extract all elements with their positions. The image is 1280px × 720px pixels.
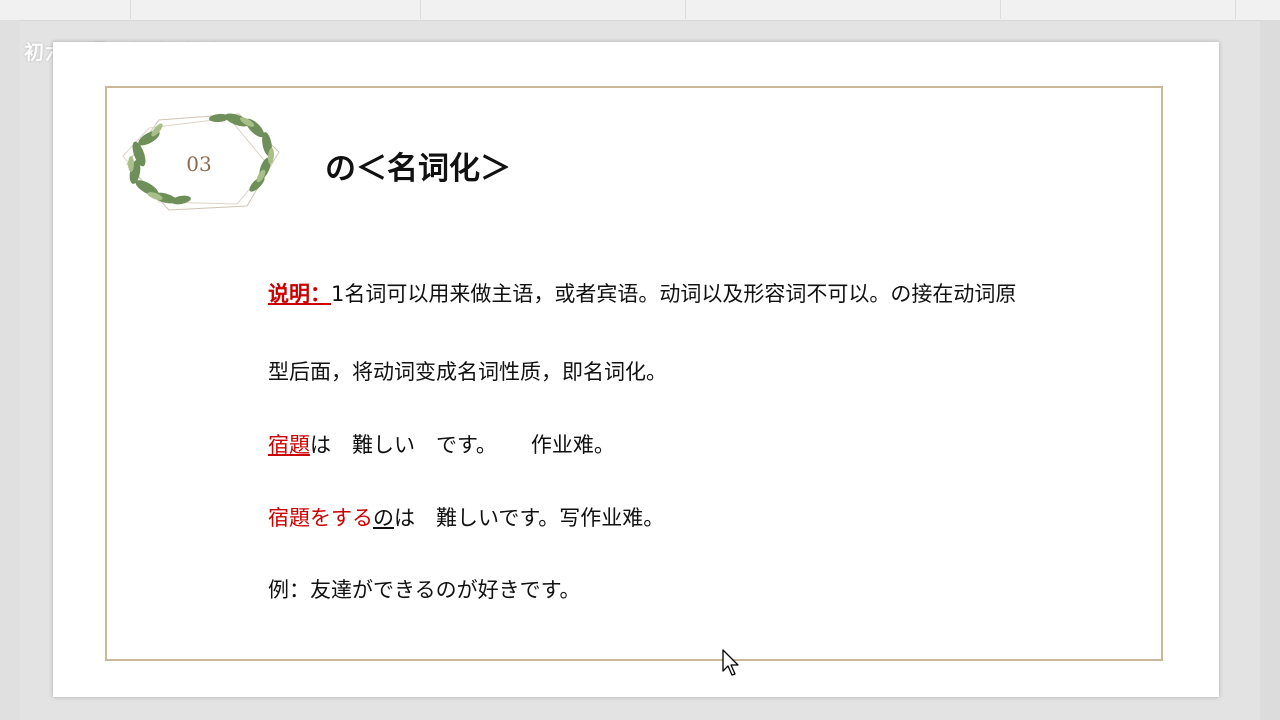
example1-translation: 作业难。 (530, 433, 615, 457)
example-sentence-2: 宿題をするのは 難しいです。写作业难。 (268, 502, 1148, 532)
example1-rest: は 難しい です。 (310, 433, 497, 457)
example2-red-part: 宿題をする (268, 506, 373, 530)
example2-no: の (373, 506, 394, 530)
toolbar-divider (685, 0, 686, 19)
right-scrollbar[interactable] (1260, 20, 1280, 720)
explanation-label: 说明： (268, 282, 331, 306)
window-top-bar (0, 0, 1280, 21)
section-number: 03 (186, 152, 212, 176)
example1-word: 宿題 (268, 433, 310, 457)
toolbar-divider (1235, 0, 1236, 19)
explanation-text-2: 型后面，将动词变成名词性质，即名词化。 (268, 360, 667, 384)
left-panel-edge (0, 20, 20, 720)
toolbar-divider (130, 0, 131, 19)
explanation-line-2: 型后面，将动词变成名词性质，即名词化。 (268, 356, 1148, 386)
slide-title: の＜名词化＞ (325, 151, 511, 187)
explanation-text-1: 1名词可以用来做主语，或者宾语。动词以及形容词不可以。の接在动词原 (331, 282, 1017, 306)
example2-rest: は 難しいです。写作业难。 (394, 506, 665, 530)
mouse-pointer-icon (722, 649, 739, 676)
explanation-line-1: 说明：1名词可以用来做主语，或者宾语。动词以及形容词不可以。の接在动词原 (268, 278, 1148, 308)
example-sentence-3: 例：友達ができるのが好きです。 (268, 574, 1148, 604)
example-sentence-1: 宿題は 難しい です。 作业难。 (268, 429, 1148, 459)
toolbar-divider (1000, 0, 1001, 19)
presentation-slide: 03 の＜名词化＞ 说明：1名词可以用来做主语，或者宾语。动词以及形容词不可以。… (53, 42, 1219, 697)
example3-text: 例：友達ができるのが好きです。 (268, 578, 581, 602)
toolbar-divider (420, 0, 421, 19)
